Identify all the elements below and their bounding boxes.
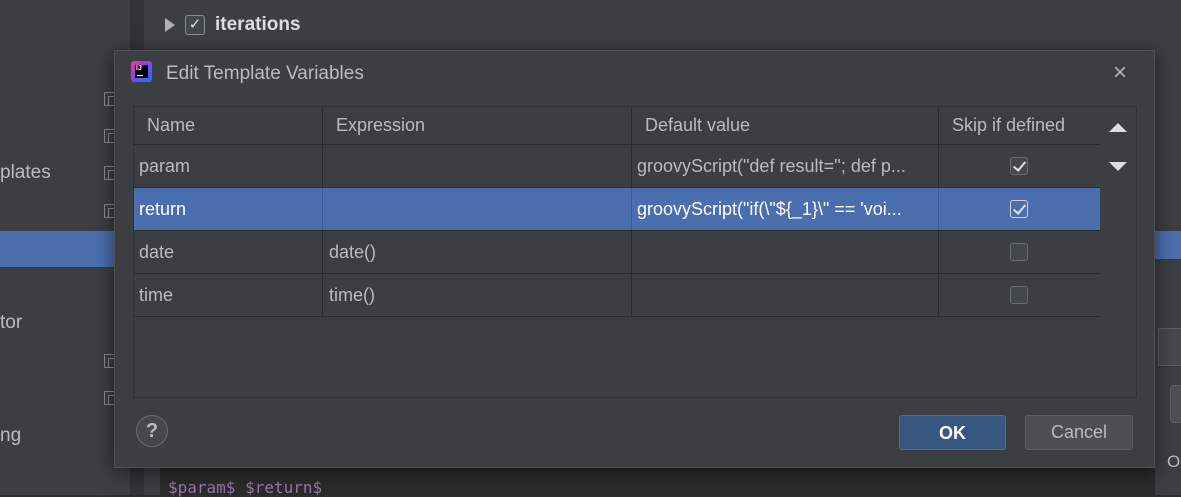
cell-default-value[interactable] [632, 231, 939, 273]
cell-default-value[interactable] [632, 274, 939, 316]
dialog-title: Edit Template Variables [166, 63, 364, 84]
variables-table: Name Expression Default value Skip if de… [133, 106, 1101, 398]
cell-expression[interactable] [323, 145, 632, 187]
sidebar-item-editor[interactable]: tor [0, 312, 22, 334]
cell-name[interactable]: date [134, 231, 323, 273]
table-row[interactable]: date date() [134, 231, 1100, 274]
cell-default-value[interactable]: groovyScript("def result=''; def p... [632, 145, 939, 187]
column-header-name[interactable]: Name [134, 107, 323, 144]
cell-default-value[interactable]: groovyScript("if(\"${_1}\" == 'voi... [632, 188, 939, 230]
skip-if-defined-checkbox[interactable] [1009, 243, 1028, 261]
cell-name[interactable]: return [134, 188, 323, 230]
cell-name[interactable]: time [134, 274, 323, 316]
skip-if-defined-checkbox[interactable] [1009, 157, 1028, 175]
cell-expression[interactable]: time() [323, 274, 632, 316]
app-icon-glyph: IJ [135, 65, 148, 78]
selected-row-edge [1155, 231, 1181, 259]
cell-skip-if-defined[interactable] [939, 274, 1098, 316]
skip-if-defined-checkbox[interactable] [1009, 200, 1028, 218]
arrow-down-icon[interactable] [1109, 162, 1127, 171]
expand-arrow-icon[interactable] [165, 18, 175, 32]
table-row[interactable]: param groovyScript("def result=''; def p… [134, 145, 1100, 188]
column-header-expression[interactable]: Expression [323, 107, 632, 144]
column-header-skip-if-defined[interactable]: Skip if defined [939, 107, 1098, 144]
sidebar-item-other[interactable]: ng [0, 425, 21, 447]
cell-name[interactable]: param [134, 145, 323, 187]
cell-skip-if-defined[interactable] [939, 231, 1098, 273]
table-row-selected[interactable]: return groovyScript("if(\"${_1}\" == 'vo… [134, 188, 1100, 231]
tree-checkbox[interactable]: ✓ [185, 15, 205, 35]
template-tree-row[interactable]: ✓ iterations [165, 11, 301, 39]
cell-skip-if-defined[interactable] [939, 188, 1098, 230]
sidebar-item-selected[interactable] [0, 231, 115, 267]
tree-item-label: iterations [215, 14, 301, 35]
background-label: O [1167, 452, 1181, 471]
skip-if-defined-checkbox[interactable] [1009, 286, 1028, 304]
table-header: Name Expression Default value Skip if de… [134, 107, 1100, 145]
sidebar-item-templates[interactable]: plates [0, 162, 51, 184]
background-button[interactable] [1170, 385, 1181, 423]
column-header-default-value[interactable]: Default value [632, 107, 939, 144]
edit-template-variables-dialog: IJ Edit Template Variables × Name Expres… [114, 50, 1155, 468]
cell-expression[interactable]: date() [323, 231, 632, 273]
cell-skip-if-defined[interactable] [939, 145, 1098, 187]
close-icon[interactable]: × [1110, 61, 1130, 85]
cell-expression[interactable] [323, 188, 632, 230]
table-row[interactable]: time time() [134, 274, 1100, 317]
background-field[interactable] [1158, 328, 1181, 366]
ok-button[interactable]: OK [899, 415, 1006, 450]
arrow-up-icon[interactable] [1109, 123, 1127, 132]
row-move-panel [1100, 106, 1137, 398]
help-button[interactable]: ? [136, 415, 168, 447]
template-text: $param$ $return$ [168, 478, 323, 497]
cancel-button[interactable]: Cancel [1025, 415, 1133, 450]
intellij-app-icon: IJ [131, 61, 152, 82]
